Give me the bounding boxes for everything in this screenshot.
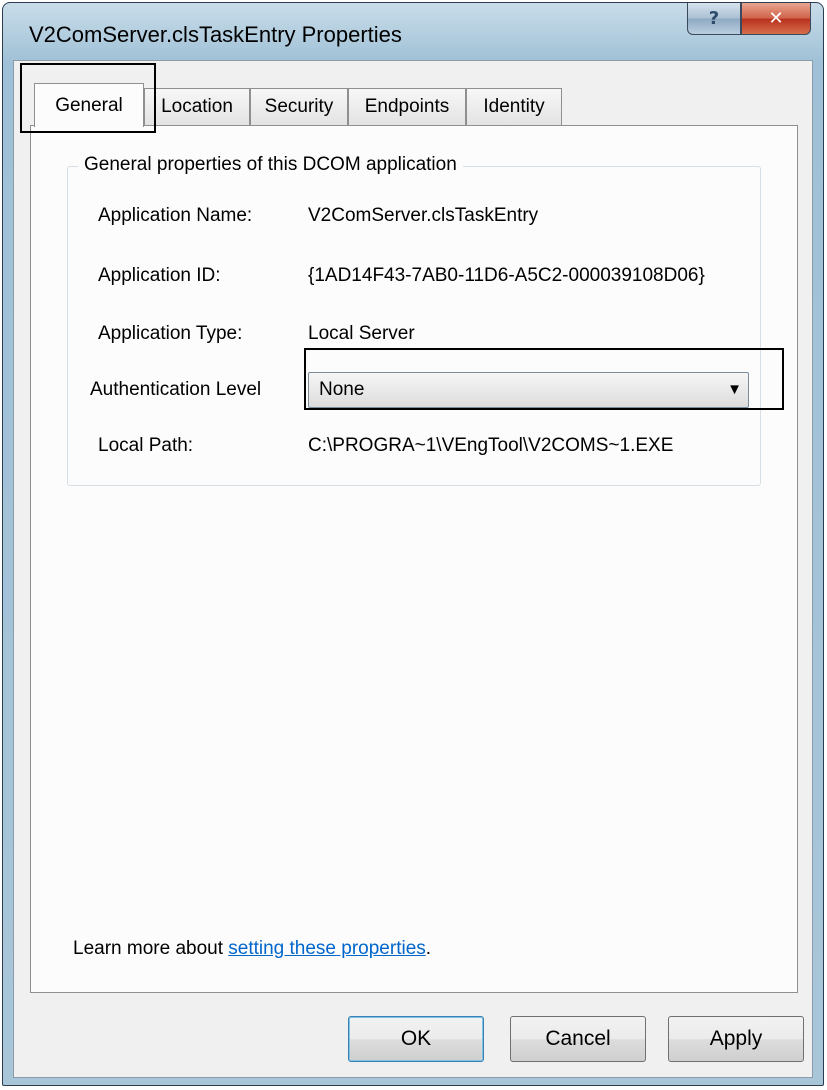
tab-identity[interactable]: Identity (466, 88, 562, 125)
dialog-client-area: General Location Security Endpoints Iden… (13, 60, 813, 1078)
help-button[interactable]: ? (687, 3, 741, 35)
cancel-button[interactable]: Cancel (510, 1016, 646, 1062)
group-legend: General properties of this DCOM applicat… (78, 154, 463, 176)
auth-level-select[interactable]: None ▼ (308, 372, 749, 408)
general-tab-panel: General properties of this DCOM applicat… (30, 125, 798, 993)
close-button[interactable]: ✕ (741, 3, 811, 35)
app-id-label: Application ID: (98, 265, 221, 286)
tab-security[interactable]: Security (250, 88, 348, 125)
auth-level-value: None (319, 379, 365, 400)
chevron-down-icon[interactable]: ▼ (727, 381, 742, 398)
app-name-value: V2ComServer.clsTaskEntry (308, 205, 539, 226)
app-id-value: {1AD14F43-7AB0-11D6-A5C2-000039108D06} (308, 265, 705, 286)
learn-more-prefix: Learn more about (73, 938, 229, 959)
window-title: V2ComServer.clsTaskEntry Properties (29, 22, 402, 47)
tab-endpoints[interactable]: Endpoints (348, 88, 466, 125)
learn-more-link[interactable]: setting these properties (228, 938, 426, 959)
local-path-value: C:\PROGRA~1\VEngTool\V2COMS~1.EXE (308, 435, 674, 456)
tab-location[interactable]: Location (144, 88, 250, 125)
properties-dialog: V2ComServer.clsTaskEntry Properties ? ✕ … (2, 2, 824, 1086)
app-type-label: Application Type: (98, 323, 243, 344)
help-icon: ? (708, 8, 720, 29)
general-properties-group: General properties of this DCOM applicat… (67, 154, 761, 486)
app-name-label: Application Name: (98, 205, 253, 226)
app-type-value: Local Server (308, 323, 415, 344)
auth-level-label: Authentication Level (90, 379, 262, 400)
close-icon: ✕ (768, 8, 784, 29)
local-path-label: Local Path: (98, 435, 194, 456)
tab-general[interactable]: General (34, 83, 144, 127)
title-bar[interactable]: V2ComServer.clsTaskEntry Properties ? ✕ (3, 3, 823, 59)
apply-button[interactable]: Apply (668, 1016, 804, 1062)
learn-more-suffix: . (425, 938, 432, 959)
ok-button[interactable]: OK (348, 1016, 484, 1062)
learn-more-text: Learn more about setting these propertie… (73, 938, 431, 960)
